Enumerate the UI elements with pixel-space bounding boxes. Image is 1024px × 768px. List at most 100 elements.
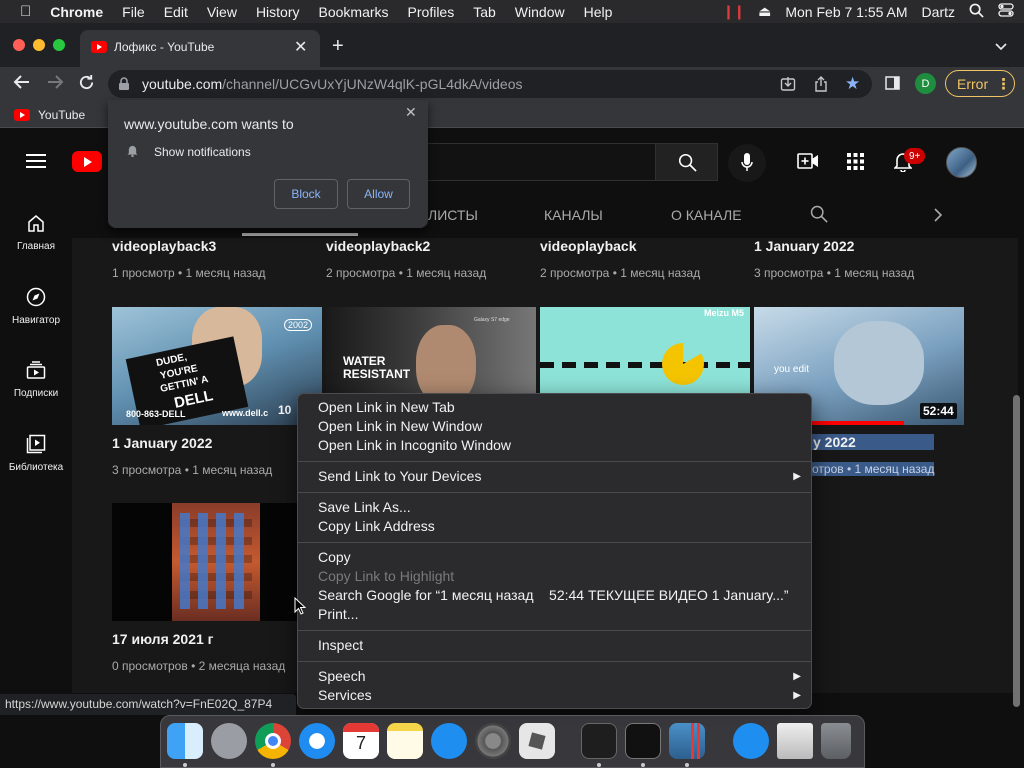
chrome-icon[interactable] xyxy=(255,723,291,759)
close-window-button[interactable] xyxy=(13,39,25,51)
finder-icon[interactable] xyxy=(167,723,203,759)
menu-history[interactable]: History xyxy=(256,4,300,20)
video-item[interactable]: videoplayback 2 просмотра • 1 месяц наза… xyxy=(540,238,700,280)
bookmark-youtube[interactable]: YouTube xyxy=(14,108,85,122)
launchpad-icon[interactable] xyxy=(211,723,247,759)
app-store-folder-icon[interactable] xyxy=(733,723,769,759)
page-scrollbar[interactable] xyxy=(1013,395,1020,707)
video-title[interactable]: y 2022 xyxy=(812,434,935,450)
downloads-folder-icon[interactable] xyxy=(777,723,813,759)
side-panel-icon[interactable] xyxy=(885,76,900,95)
spotlight-icon[interactable] xyxy=(969,3,984,21)
forward-icon[interactable] xyxy=(46,74,64,95)
youtube-logo-icon[interactable] xyxy=(72,151,102,172)
youtube-search-button[interactable] xyxy=(655,143,718,181)
tab-channels[interactable]: КАНАЛЫ xyxy=(544,207,603,223)
video-thumbnail[interactable]: DUDE, YOU'RE GETTIN' A DELL 2002 800-863… xyxy=(112,307,322,425)
zoom-window-button[interactable] xyxy=(53,39,65,51)
apple-icon[interactable]:  xyxy=(20,3,31,20)
menu-file[interactable]: File xyxy=(122,4,145,20)
video-title[interactable]: videoplayback3 xyxy=(112,238,266,254)
menu-item-print[interactable]: Print... xyxy=(318,606,358,622)
menu-item-search-google[interactable]: Search Google for “1 месяц назад 52:44 Т… xyxy=(318,587,789,603)
hamburger-menu-icon[interactable] xyxy=(26,153,46,174)
video-item[interactable]: videoplayback3 1 просмотр • 1 месяц наза… xyxy=(112,238,266,280)
sidebar-item-subscriptions[interactable]: Подписки xyxy=(0,360,72,399)
user-name[interactable]: Dartz xyxy=(922,4,955,20)
install-app-icon[interactable] xyxy=(780,76,796,97)
video-item[interactable]: 1 January 2022 3 просмотра • 1 месяц наз… xyxy=(754,238,914,280)
sidebar-item-explore[interactable]: Навигатор xyxy=(0,287,72,326)
sidebar-item-library[interactable]: Библиотека xyxy=(0,434,72,473)
new-tab-button[interactable]: + xyxy=(332,35,344,58)
menu-item-copy[interactable]: Copy xyxy=(318,549,351,565)
calendar-icon[interactable]: 7 xyxy=(343,723,379,759)
terminal-icon[interactable] xyxy=(581,723,617,759)
video-title[interactable]: videoplayback2 xyxy=(326,238,486,254)
menu-tab[interactable]: Tab xyxy=(473,4,496,20)
menu-bookmarks[interactable]: Bookmarks xyxy=(319,4,389,20)
tabs-next-chevron-icon[interactable] xyxy=(934,208,943,227)
tab-close-icon[interactable]: ✕ xyxy=(294,37,307,57)
app-store-icon[interactable] xyxy=(431,723,467,759)
menu-help[interactable]: Help xyxy=(584,4,613,20)
menu-item-speech[interactable]: Speech xyxy=(318,668,365,684)
menu-item-copy-link-address[interactable]: Copy Link Address xyxy=(318,518,435,534)
menu-window[interactable]: Window xyxy=(515,4,565,20)
menu-item-inspect[interactable]: Inspect xyxy=(318,637,363,653)
create-video-icon[interactable] xyxy=(797,153,819,174)
menu-item-send-to-devices[interactable]: Send Link to Your Devices xyxy=(318,468,481,484)
menu-edit[interactable]: Edit xyxy=(164,4,188,20)
trash-icon[interactable] xyxy=(821,723,851,759)
menu-item-open-incognito[interactable]: Open Link in Incognito Window xyxy=(318,437,511,453)
menu-view[interactable]: View xyxy=(207,4,237,20)
menu-profiles[interactable]: Profiles xyxy=(408,4,455,20)
menu-app-name[interactable]: Chrome xyxy=(50,4,103,20)
video-item-selected[interactable]: y 2022 отров • 1 месяц назад xyxy=(812,434,935,476)
lock-icon[interactable] xyxy=(118,77,130,96)
address-bar[interactable]: youtube.com/channel/UCGvUxYjUNzW4qlK-pGL… xyxy=(108,70,872,98)
back-icon[interactable] xyxy=(13,74,31,95)
video-item[interactable]: 1 January 2022 3 просмотра • 1 месяц наз… xyxy=(112,435,272,477)
clock[interactable]: Mon Feb 7 1:55 AM xyxy=(785,4,907,20)
eject-icon[interactable]: ⏏ xyxy=(758,3,771,20)
roblox-icon[interactable] xyxy=(519,723,555,759)
block-button[interactable]: Block xyxy=(274,179,338,209)
account-avatar[interactable] xyxy=(946,147,977,178)
menu-item-open-new-window[interactable]: Open Link in New Window xyxy=(318,418,482,434)
share-icon[interactable] xyxy=(814,76,828,97)
sidebar-item-home[interactable]: Главная xyxy=(0,213,72,252)
apps-grid-icon[interactable] xyxy=(847,153,864,175)
error-button[interactable]: Error ⋮ xyxy=(945,70,1015,97)
profile-avatar[interactable]: D xyxy=(915,73,936,94)
video-title[interactable]: 1 January 2022 xyxy=(754,238,914,254)
tab-search-chevron-icon[interactable] xyxy=(995,38,1007,56)
menu-item-services[interactable]: Services xyxy=(318,687,372,703)
video-title[interactable]: 1 January 2022 xyxy=(112,435,272,451)
video-title[interactable]: 17 июля 2021 г xyxy=(112,631,285,647)
system-preferences-icon[interactable] xyxy=(475,723,511,759)
notes-icon[interactable] xyxy=(387,723,423,759)
allow-button[interactable]: Allow xyxy=(347,179,410,209)
video-thumbnail[interactable] xyxy=(112,503,322,621)
popup-close-icon[interactable]: ✕ xyxy=(405,104,417,121)
minimize-window-button[interactable] xyxy=(33,39,45,51)
recording-icon[interactable]: ❙❙ xyxy=(723,3,745,20)
screen-recorder-icon[interactable] xyxy=(669,723,705,759)
terminal-2-icon[interactable] xyxy=(625,723,661,759)
tab-playlists[interactable]: ЛИСТЫ xyxy=(428,207,478,223)
bookmark-star-icon[interactable]: ★ xyxy=(845,74,860,94)
tab-active[interactable]: Лофикс - YouTube ✕ xyxy=(80,30,320,67)
channel-search-icon[interactable] xyxy=(810,205,828,228)
voice-search-button[interactable] xyxy=(728,144,766,182)
menu-item-open-new-tab[interactable]: Open Link in New Tab xyxy=(318,399,455,415)
control-center-icon[interactable] xyxy=(998,3,1014,20)
video-title[interactable]: videoplayback xyxy=(540,238,700,254)
safari-icon[interactable] xyxy=(299,723,335,759)
video-item[interactable]: 17 июля 2021 г 0 просмотров • 2 месяца н… xyxy=(112,631,285,673)
reload-icon[interactable] xyxy=(78,74,95,96)
video-item[interactable]: videoplayback2 2 просмотра • 1 месяц наз… xyxy=(326,238,486,280)
menu-item-save-link-as[interactable]: Save Link As... xyxy=(318,499,411,515)
youtube-search-input[interactable] xyxy=(420,143,656,181)
tab-about[interactable]: О КАНАЛЕ xyxy=(671,207,742,223)
